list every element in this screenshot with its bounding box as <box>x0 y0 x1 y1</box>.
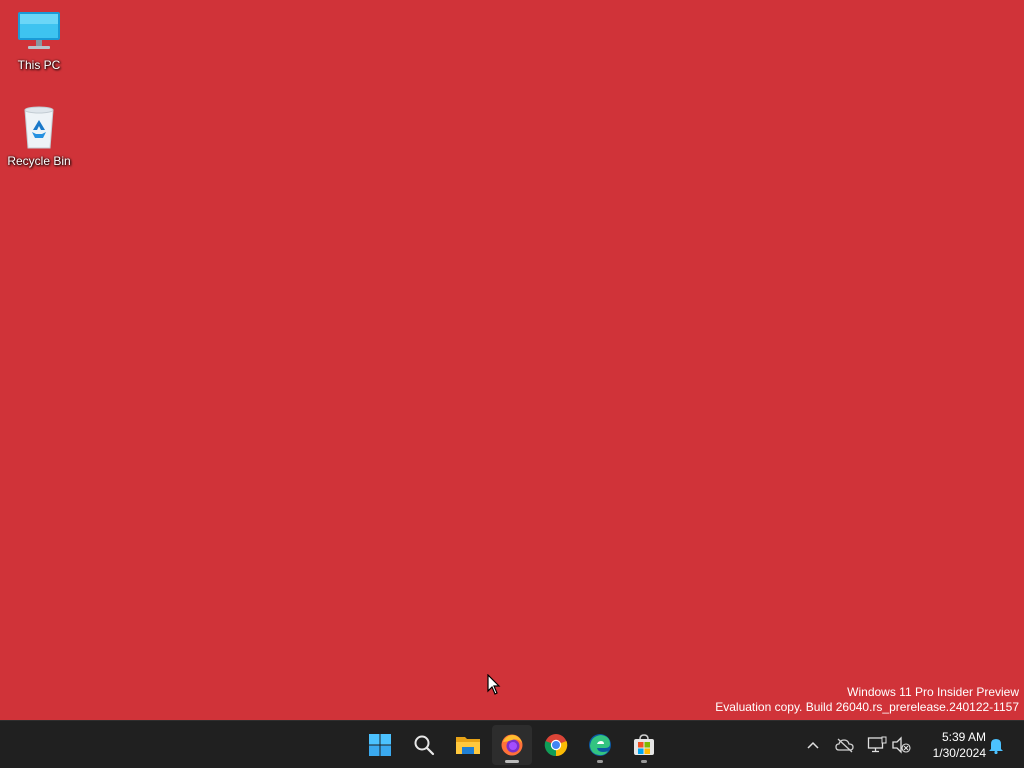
running-indicator <box>597 760 603 763</box>
chevron-up-icon <box>807 741 819 749</box>
store-button[interactable] <box>624 725 664 765</box>
edge-icon <box>589 734 611 756</box>
desktop-icon-recycle-bin[interactable]: Recycle Bin <box>1 104 77 168</box>
store-icon <box>634 734 654 755</box>
onedrive-tray-button[interactable] <box>834 733 856 757</box>
chrome-icon <box>544 734 568 757</box>
clock-button[interactable]: 5:39 AM 1/30/2024 <box>920 729 986 761</box>
folder-icon <box>456 737 480 754</box>
edge-button[interactable] <box>580 725 620 765</box>
evaluation-watermark: Windows 11 Pro Insider Preview Evaluatio… <box>715 685 1019 715</box>
clock-date: 1/30/2024 <box>932 746 986 760</box>
taskbar: 5:39 AM 1/30/2024 <box>0 720 1024 768</box>
firefox-button[interactable] <box>492 725 532 765</box>
chrome-button[interactable] <box>536 725 576 765</box>
onedrive-offline-icon <box>835 738 854 753</box>
start-button[interactable] <box>360 725 400 765</box>
volume-muted-icon <box>892 736 911 754</box>
running-indicator <box>641 760 647 763</box>
recycle-bin-icon <box>24 106 54 149</box>
desktop-icon-label: Recycle Bin <box>7 154 71 168</box>
search-button[interactable] <box>404 725 444 765</box>
network-icon <box>867 736 887 753</box>
watermark-build: Evaluation copy. Build 26040.rs_prerelea… <box>715 700 1019 714</box>
mouse-cursor-icon <box>487 674 501 695</box>
volume-tray-button[interactable] <box>890 733 912 757</box>
search-icon <box>414 735 435 756</box>
desktop-background: This PC Recycle Bin Windows 11 Pro Insid… <box>0 0 1024 720</box>
windows-start-icon <box>369 734 391 756</box>
clock-time: 5:39 AM <box>941 730 986 744</box>
show-hidden-icons-button[interactable] <box>802 733 824 757</box>
desktop-icon-label: This PC <box>17 58 61 72</box>
notifications-button[interactable] <box>985 733 1007 757</box>
bell-icon <box>989 739 1003 754</box>
active-indicator <box>505 760 519 763</box>
watermark-edition: Windows 11 Pro Insider Preview <box>847 685 1019 699</box>
desktop-icon-this-pc[interactable]: This PC <box>1 8 77 72</box>
network-tray-button[interactable] <box>866 733 888 757</box>
monitor-icon <box>18 12 60 49</box>
firefox-icon <box>501 734 523 756</box>
file-explorer-button[interactable] <box>448 725 488 765</box>
